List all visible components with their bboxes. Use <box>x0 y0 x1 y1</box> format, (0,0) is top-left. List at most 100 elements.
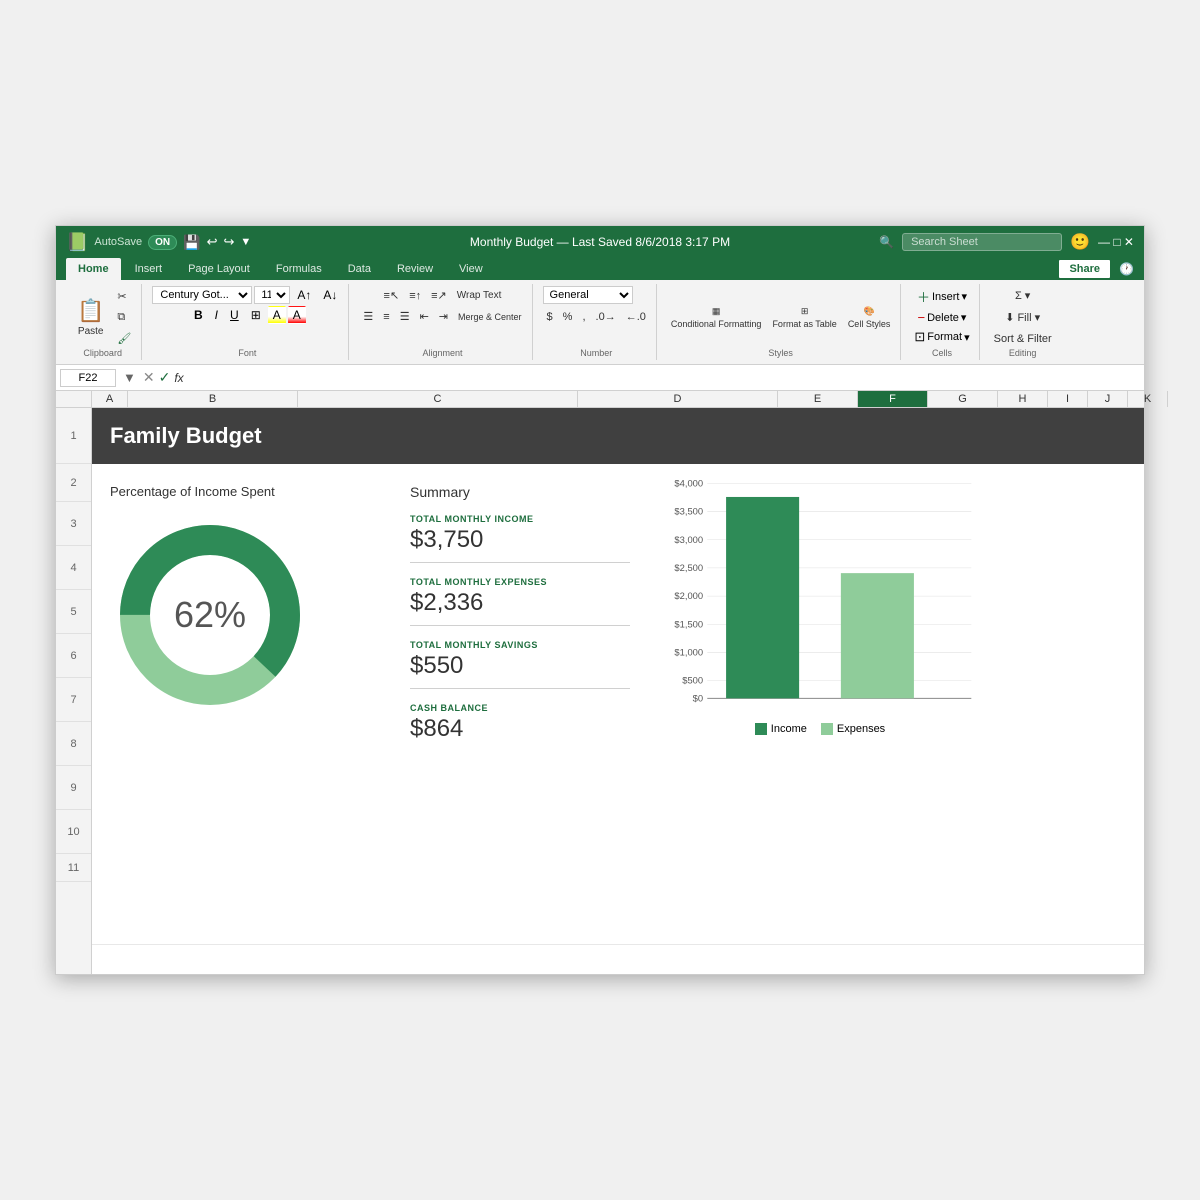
font-color-button[interactable]: A <box>288 306 306 324</box>
underline-button[interactable]: U <box>225 306 244 324</box>
italic-button[interactable]: I <box>210 306 223 324</box>
align-center-button[interactable]: ≡ <box>379 307 393 326</box>
col-header-h[interactable]: H <box>998 391 1048 407</box>
align-top-center-button[interactable]: ≡↑ <box>405 286 425 305</box>
wrap-text-button[interactable]: Wrap Text <box>453 286 506 305</box>
bold-button[interactable]: B <box>189 306 208 324</box>
top-align-row: ≡↖ ≡↑ ≡↗ Wrap Text <box>380 286 506 305</box>
insert-cells-button[interactable]: ＋ Insert▾ <box>914 286 970 307</box>
autosum-button[interactable]: Σ ▾ <box>1011 286 1034 305</box>
ribbon-group-number: General $ % , .0→ ←.0 Number <box>537 284 657 360</box>
fill-color-button[interactable]: A <box>268 306 286 324</box>
formula-cancel-icon[interactable]: ✕ <box>143 369 155 386</box>
row-num-2[interactable]: 2 <box>56 464 91 502</box>
col-header-a[interactable]: A <box>92 391 128 407</box>
align-top-right-button[interactable]: ≡↗ <box>427 286 451 305</box>
undo-icon[interactable]: ↩ <box>207 234 218 250</box>
legend-income: Income <box>755 723 807 735</box>
paste-button[interactable]: 📋 Paste <box>70 295 111 340</box>
tab-home[interactable]: Home <box>66 258 121 280</box>
delete-cells-button[interactable]: − Delete▾ <box>915 309 970 326</box>
percentage-label: Percentage of Income Spent <box>110 484 370 499</box>
decrease-decimal-button[interactable]: ←.0 <box>622 308 650 326</box>
col-header-e[interactable]: E <box>778 391 858 407</box>
cell-reference-input[interactable] <box>60 369 116 387</box>
col-header-k[interactable]: K <box>1128 391 1168 407</box>
styles-label: Styles <box>768 348 793 358</box>
title-row: Family Budget <box>92 408 1144 464</box>
number-format-select[interactable]: General <box>543 286 633 304</box>
font-size-select[interactable]: 11 <box>254 286 290 304</box>
ribbon-group-clipboard: 📋 Paste ✂ ⧉ 🖌 Clipboard <box>64 284 142 360</box>
col-header-d[interactable]: D <box>578 391 778 407</box>
cell-styles-button[interactable]: 🎨 Cell Styles <box>844 303 895 332</box>
formula-expand-icon[interactable]: ▼ <box>120 370 139 385</box>
share-button[interactable]: Share <box>1058 259 1111 279</box>
merge-center-button[interactable]: Merge & Center <box>454 307 526 326</box>
row-num-5[interactable]: 5 <box>56 590 91 634</box>
comma-button[interactable]: , <box>578 308 589 326</box>
cut-button[interactable]: ✂ <box>113 287 135 306</box>
copy-button[interactable]: ⧉ <box>113 308 135 327</box>
row-num-11[interactable]: 11 <box>56 854 91 882</box>
increase-font-button[interactable]: A↑ <box>292 286 316 304</box>
font-name-row: Century Got... 11 A↑ A↓ <box>152 286 342 304</box>
autosave-toggle[interactable]: ON <box>148 235 177 250</box>
format-cells-button[interactable]: ⊡ Format▾ <box>911 328 972 346</box>
tab-formulas[interactable]: Formulas <box>264 258 334 280</box>
tab-review[interactable]: Review <box>385 258 445 280</box>
col-header-c[interactable]: C <box>298 391 578 407</box>
customize-icon[interactable]: ▼ <box>240 236 251 248</box>
save-icon[interactable]: 💾 <box>183 234 200 251</box>
row-num-1[interactable]: 1 <box>56 408 91 464</box>
editing-controls: Σ ▾ ⬇ Fill ▾ Sort & Filter <box>990 286 1056 348</box>
ribbon-group-alignment: ≡↖ ≡↑ ≡↗ Wrap Text ☰ ≡ ☰ ⇤ ⇥ Merge & Cen… <box>353 284 532 360</box>
row-num-3[interactable]: 3 <box>56 502 91 546</box>
row-num-10[interactable]: 10 <box>56 810 91 854</box>
align-left-button[interactable]: ☰ <box>359 307 377 326</box>
title-bar-center: Monthly Budget — Last Saved 8/6/2018 3:1… <box>422 235 778 249</box>
percent-button[interactable]: % <box>559 308 577 326</box>
row-num-7[interactable]: 7 <box>56 678 91 722</box>
col-header-g[interactable]: G <box>928 391 998 407</box>
svg-text:$3,500: $3,500 <box>674 506 703 517</box>
alignment-controls: ≡↖ ≡↑ ≡↗ Wrap Text ☰ ≡ ☰ ⇤ ⇥ Merge & Cen… <box>359 286 525 348</box>
formula-input[interactable] <box>188 371 1140 385</box>
border-button[interactable]: ⊞ <box>246 306 266 324</box>
format-as-table-button[interactable]: ⊞ Format as Table <box>768 303 840 332</box>
legend-expenses: Expenses <box>821 723 885 735</box>
col-header-i[interactable]: I <box>1048 391 1088 407</box>
row-num-8[interactable]: 8 <box>56 722 91 766</box>
sort-filter-button[interactable]: Sort & Filter <box>990 330 1056 348</box>
row-num-6[interactable]: 6 <box>56 634 91 678</box>
font-name-select[interactable]: Century Got... <box>152 286 252 304</box>
indent-increase-button[interactable]: ⇥ <box>435 307 452 326</box>
col-header-f[interactable]: F <box>858 391 928 407</box>
col-header-b[interactable]: B <box>128 391 298 407</box>
smiley-icon[interactable]: 🙂 <box>1070 232 1090 252</box>
ribbon-group-cells: ＋ Insert▾ − Delete▾ ⊡ Format▾ Cells <box>905 284 979 360</box>
decrease-font-button[interactable]: A↓ <box>318 286 342 304</box>
tab-insert[interactable]: Insert <box>123 258 175 280</box>
history-icon[interactable]: 🕐 <box>1119 262 1134 276</box>
search-input[interactable] <box>902 233 1062 251</box>
align-right-button[interactable]: ☰ <box>396 307 414 326</box>
format-painter-button[interactable]: 🖌 <box>113 329 135 348</box>
fill-button[interactable]: ⬇ Fill ▾ <box>1001 308 1044 327</box>
cond-format-icon: ▦ <box>712 306 721 317</box>
indent-decrease-button[interactable]: ⇤ <box>416 307 433 326</box>
increase-decimal-button[interactable]: .0→ <box>592 308 620 326</box>
tab-view[interactable]: View <box>447 258 495 280</box>
formula-bar: ▼ ✕ ✓ fx <box>56 365 1144 391</box>
col-header-j[interactable]: J <box>1088 391 1128 407</box>
align-top-left-button[interactable]: ≡↖ <box>380 286 404 305</box>
conditional-formatting-button[interactable]: ▦ Conditional Formatting <box>667 303 766 332</box>
tab-data[interactable]: Data <box>336 258 383 280</box>
tab-page-layout[interactable]: Page Layout <box>176 258 262 280</box>
redo-icon[interactable]: ↪ <box>223 234 234 250</box>
formula-confirm-icon[interactable]: ✓ <box>159 369 171 386</box>
currency-button[interactable]: $ <box>543 308 557 326</box>
income-legend-label: Income <box>771 723 807 735</box>
row-num-4[interactable]: 4 <box>56 546 91 590</box>
row-num-9[interactable]: 9 <box>56 766 91 810</box>
